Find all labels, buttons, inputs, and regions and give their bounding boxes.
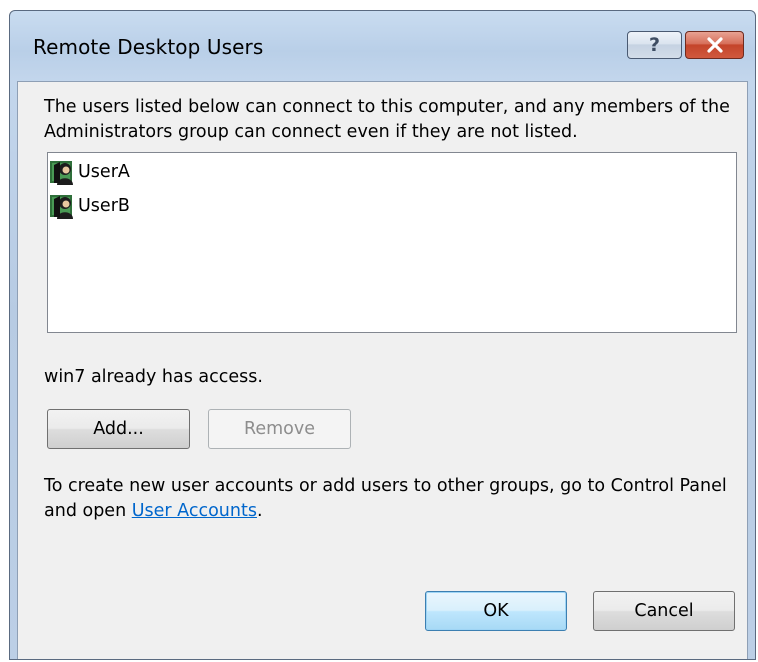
cancel-button[interactable]: Cancel [593, 591, 735, 631]
user-list[interactable]: UserA UserB [47, 152, 737, 333]
user-accounts-link[interactable]: User Accounts [132, 501, 257, 521]
title-bar[interactable]: Remote Desktop Users ? [10, 11, 755, 81]
description-text: The users listed below can connect to th… [44, 97, 730, 142]
remove-button[interactable]: Remove [208, 409, 351, 449]
list-item-user-a[interactable]: UserA [50, 158, 130, 186]
user-icon [50, 195, 73, 219]
close-icon [706, 37, 723, 53]
dialog-body: The users listed below can connect to th… [17, 81, 748, 659]
help-icon: ? [648, 34, 661, 56]
user-icon [50, 161, 73, 185]
ok-button[interactable]: OK [425, 591, 567, 631]
help-button[interactable]: ? [627, 31, 682, 59]
list-item-user-b[interactable]: UserB [50, 192, 130, 220]
dialog-title: Remote Desktop Users [33, 35, 264, 59]
footer-text-after: . [256, 501, 263, 521]
user-name: UserA [78, 162, 130, 182]
user-name: UserB [78, 196, 130, 216]
access-status-text: win7 already has access. [44, 367, 263, 387]
remote-desktop-users-dialog: Remote Desktop Users ? The users listed … [9, 10, 756, 660]
close-button[interactable] [685, 31, 744, 59]
footer-text: To create new user accounts or add users… [44, 474, 734, 524]
add-button[interactable]: Add... [47, 409, 190, 449]
